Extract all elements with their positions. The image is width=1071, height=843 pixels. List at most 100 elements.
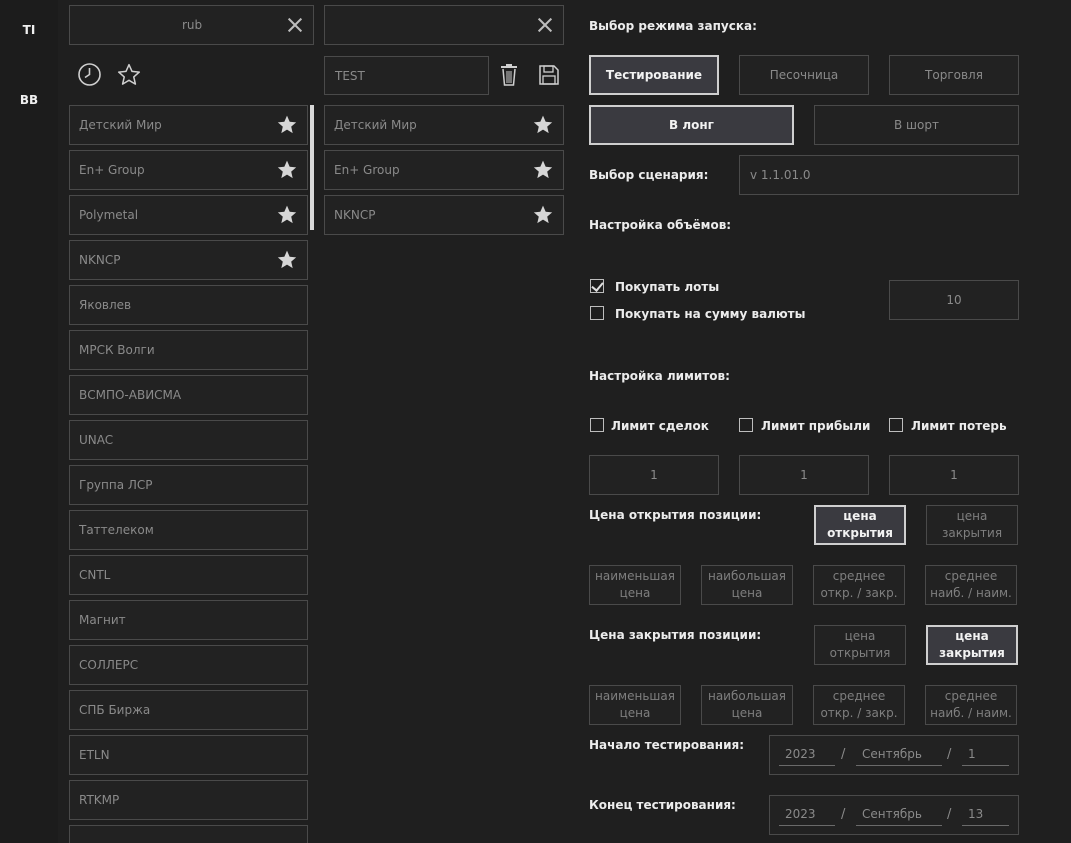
selected-list-item[interactable]: Детский Мир: [324, 105, 564, 145]
long-button[interactable]: В лонг: [589, 105, 794, 145]
clear-list-search-icon[interactable]: [537, 17, 553, 33]
instrument-list-item[interactable]: RTKMP: [69, 780, 308, 820]
clock-icon[interactable]: [77, 62, 102, 87]
selected-list-item-label: En+ Group: [334, 163, 400, 177]
instrument-list-item[interactable]: Детский Мир: [69, 105, 308, 145]
instrument-list-item-label: Магнит: [79, 613, 126, 627]
instrument-list-item[interactable]: ETLN: [69, 735, 308, 775]
mode-testing-button[interactable]: Тестирование: [589, 55, 719, 95]
limit-deals-checkbox[interactable]: [590, 418, 604, 432]
selected-list-item[interactable]: En+ Group: [324, 150, 564, 190]
instrument-list-item[interactable]: Яковлев: [69, 285, 308, 325]
instrument-list-item[interactable]: Таттелеком: [69, 510, 308, 550]
limit-loss-checkbox[interactable]: [889, 418, 903, 432]
scenario-select[interactable]: v 1.1.01.0: [739, 155, 1019, 195]
list-search-input[interactable]: [324, 5, 564, 45]
buy-lots-checkbox[interactable]: [590, 279, 604, 293]
close-price-close-line2: закрытия: [939, 646, 1005, 660]
close-max-price-button[interactable]: наибольшая цена: [701, 685, 793, 725]
search-input-value: rub: [182, 18, 203, 32]
end-year-input[interactable]: 2023: [779, 804, 835, 826]
open-min-line2: цена: [619, 586, 651, 600]
open-avg-oc-line2: откр. / закр.: [820, 586, 898, 600]
limit-profit-input[interactable]: 1: [739, 455, 869, 495]
instrument-list-item[interactable]: CNTL: [69, 555, 308, 595]
instrument-list-item-label: ВСМПО-АВИСМА: [79, 388, 182, 402]
instrument-list-item[interactable]: Магнит: [69, 600, 308, 640]
mode-heading: Выбор режима запуска:: [589, 19, 757, 33]
mode-trading-button[interactable]: Торговля: [889, 55, 1019, 95]
close-min-price-button[interactable]: наименьшая цена: [589, 685, 681, 725]
instrument-list-item[interactable]: ВСМПО-АВИСМА: [69, 375, 308, 415]
selected-list-item-label: NKNCP: [334, 208, 376, 222]
instrument-list-item[interactable]: UNAC: [69, 420, 308, 460]
volume-heading: Настройка объёмов:: [589, 218, 732, 232]
rail-item-ti[interactable]: TI: [0, 23, 58, 37]
open-max-price-button[interactable]: наибольшая цена: [701, 565, 793, 605]
short-button[interactable]: В шорт: [814, 105, 1019, 145]
instrument-list-item[interactable]: СПБ Биржа: [69, 690, 308, 730]
close-price-heading: Цена закрытия позиции:: [589, 628, 762, 642]
list-name-input[interactable]: TEST: [324, 56, 489, 95]
instrument-list-item[interactable]: СОЛЛЕРС: [69, 645, 308, 685]
open-price-close-button[interactable]: цена закрытия: [926, 505, 1018, 545]
limits-heading: Настройка лимитов:: [589, 369, 730, 383]
search-input[interactable]: rub: [69, 5, 314, 45]
trash-icon[interactable]: [499, 63, 519, 87]
end-day-input[interactable]: 13: [962, 804, 1009, 826]
limit-loss-input[interactable]: 1: [889, 455, 1019, 495]
instrument-list-item[interactable]: En+ Group: [69, 150, 308, 190]
scrollbar[interactable]: [310, 105, 314, 230]
volume-input[interactable]: 10: [889, 280, 1019, 320]
star-filled-icon[interactable]: [276, 114, 298, 136]
rail-item-bb[interactable]: BB: [0, 93, 58, 107]
limit-profit-checkbox[interactable]: [739, 418, 753, 432]
star-filled-icon[interactable]: [276, 204, 298, 226]
start-year-input[interactable]: 2023: [779, 744, 835, 766]
end-month-input[interactable]: Сентябрь: [856, 804, 942, 826]
open-avg-hl-line2: наиб. / наим.: [930, 586, 1012, 600]
start-month-input[interactable]: Сентябрь: [856, 744, 942, 766]
buy-sum-checkbox[interactable]: [590, 306, 604, 320]
instrument-list-item[interactable]: Polymetal: [69, 195, 308, 235]
open-avg-oc-button[interactable]: среднее откр. / закр.: [813, 565, 905, 605]
open-min-line1: наименьшая: [595, 569, 675, 583]
star-filled-icon[interactable]: [532, 159, 554, 181]
start-day-input[interactable]: 1: [962, 744, 1009, 766]
selected-list-item-label: Детский Мир: [334, 118, 417, 132]
star-filled-icon[interactable]: [276, 249, 298, 271]
end-date-heading: Конец тестирования:: [589, 798, 736, 812]
instrument-list-item[interactable]: МРСК Волги: [69, 330, 308, 370]
open-min-price-button[interactable]: наименьшая цена: [589, 565, 681, 605]
left-rail: TI BB: [0, 0, 58, 843]
star-outline-icon[interactable]: [116, 62, 142, 88]
open-avg-oc-line1: среднее: [832, 569, 886, 583]
star-filled-icon[interactable]: [532, 114, 554, 136]
close-avg-hl-button[interactable]: среднее наиб. / наим.: [925, 685, 1017, 725]
selected-list-item[interactable]: NKNCP: [324, 195, 564, 235]
open-avg-hl-button[interactable]: среднее наиб. / наим.: [925, 565, 1017, 605]
close-max-line2: цена: [731, 706, 763, 720]
open-price-open-button[interactable]: цена открытия: [814, 505, 906, 545]
clear-search-icon[interactable]: [287, 17, 303, 33]
limit-deals-input[interactable]: 1: [589, 455, 719, 495]
open-price-close-line2: закрытия: [941, 526, 1003, 540]
close-price-close-button[interactable]: цена закрытия: [926, 625, 1018, 665]
star-filled-icon[interactable]: [532, 204, 554, 226]
close-avg-oc-line1: среднее: [832, 689, 886, 703]
close-avg-hl-line2: наиб. / наим.: [930, 706, 1012, 720]
close-price-open-line2: открытия: [829, 646, 891, 660]
star-filled-icon[interactable]: [276, 159, 298, 181]
limit-profit-label: Лимит прибыли: [761, 419, 871, 433]
mode-sandbox-button[interactable]: Песочница: [739, 55, 869, 95]
instrument-list-item-label: CNTL: [79, 568, 111, 582]
scenario-value: v 1.1.01.0: [750, 168, 811, 182]
close-avg-oc-button[interactable]: среднее откр. / закр.: [813, 685, 905, 725]
save-icon[interactable]: [538, 64, 560, 86]
instrument-list-item[interactable]: Группа ЛСР: [69, 465, 308, 505]
open-price-open-line1: цена: [843, 509, 877, 523]
instrument-list-item[interactable]: [69, 825, 308, 843]
instrument-list-item[interactable]: NKNCP: [69, 240, 308, 280]
close-price-open-button[interactable]: цена открытия: [814, 625, 906, 665]
list-name-value: TEST: [335, 68, 365, 83]
